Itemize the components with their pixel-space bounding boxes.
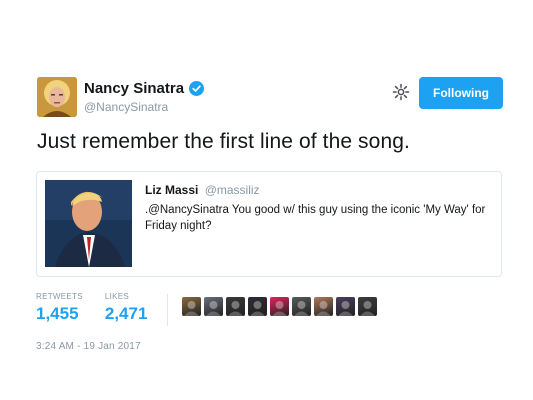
likes-count: 2,471 (104, 304, 148, 323)
liker-avatar[interactable] (336, 297, 355, 316)
likes-label: LIKES (104, 292, 130, 301)
liker-avatar[interactable] (270, 297, 289, 316)
avatar-photo-icon (360, 301, 375, 316)
avatar-photo-icon (184, 301, 199, 316)
liker-avatar[interactable] (226, 297, 245, 316)
tweet-card: Nancy Sinatra @NancySinatra Following Ju… (0, 0, 533, 400)
retweets-stat[interactable]: RETWEETS 1,455 (36, 292, 83, 324)
verified-badge-icon (189, 81, 205, 96)
gear-icon[interactable] (392, 83, 410, 101)
retweets-label: RETWEETS (36, 292, 83, 301)
liker-avatar[interactable] (204, 297, 223, 316)
author-name-row: Nancy Sinatra (84, 80, 205, 97)
avatar-photo-icon (272, 301, 287, 316)
tweet-text: Just remember the first line of the song… (37, 130, 410, 153)
retweets-count: 1,455 (36, 304, 79, 323)
avatar-photo-icon (294, 301, 309, 316)
tweet-stats: RETWEETS 1,455 LIKES 2,471 (36, 292, 147, 324)
avatar-photo-icon (316, 301, 331, 316)
liker-avatar[interactable] (358, 297, 377, 316)
stats-divider (167, 294, 168, 326)
liker-avatars (182, 297, 377, 316)
avatar-photo-icon (206, 301, 221, 316)
quoted-handle[interactable]: @massiliz (205, 183, 260, 197)
following-button[interactable]: Following (419, 77, 503, 109)
avatar-photo-icon (250, 301, 265, 316)
quoted-tweet[interactable]: Liz Massi @massiliz .@NancySinatra You g… (36, 171, 502, 277)
quoted-author-row: Liz Massi @massiliz (145, 183, 260, 197)
avatar-photo-icon (37, 77, 77, 117)
avatar-photo-icon (338, 301, 353, 316)
quoted-tweet-image[interactable] (45, 180, 132, 267)
quoted-tweet-text: .@NancySinatra You good w/ this guy usin… (145, 204, 486, 232)
author-handle[interactable]: @NancySinatra (84, 100, 168, 114)
liker-avatar[interactable] (314, 297, 333, 316)
photo-icon (45, 180, 132, 267)
avatar-photo-icon (228, 301, 243, 316)
liker-avatar[interactable] (292, 297, 311, 316)
author-avatar[interactable] (37, 77, 77, 117)
author-display-name[interactable]: Nancy Sinatra (84, 80, 184, 97)
tweet-timestamp[interactable]: 3:24 AM - 19 Jan 2017 (36, 341, 141, 352)
likes-stat[interactable]: LIKES 2,471 (105, 292, 148, 324)
liker-avatar[interactable] (248, 297, 267, 316)
liker-avatar[interactable] (182, 297, 201, 316)
quoted-display-name[interactable]: Liz Massi (145, 183, 198, 197)
